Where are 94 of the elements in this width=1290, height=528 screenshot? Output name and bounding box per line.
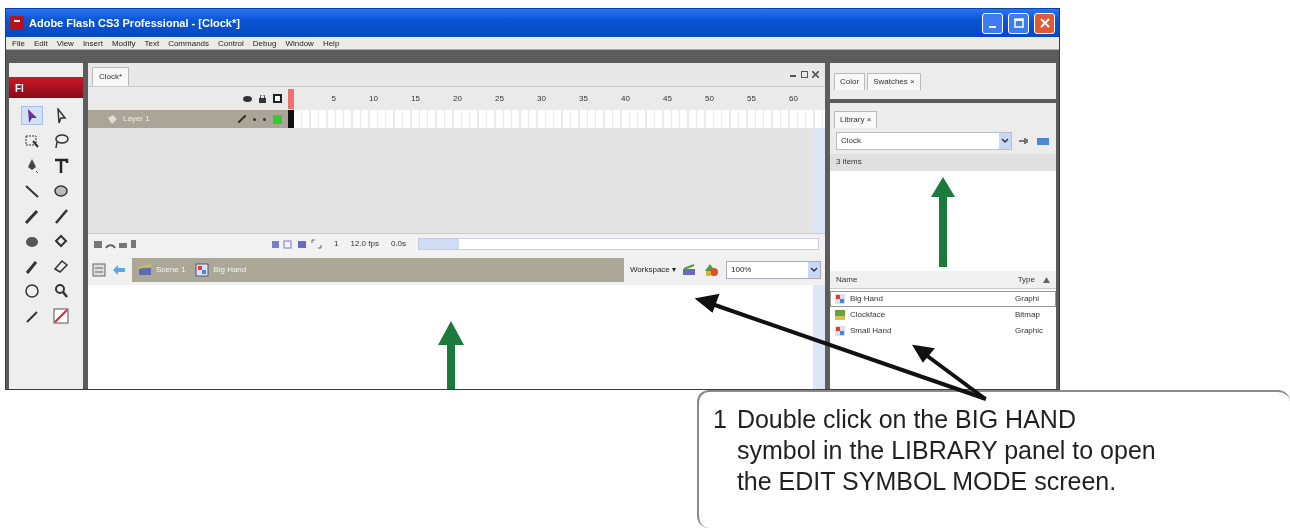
frame-number: 30: [536, 92, 546, 105]
scene-icon: [138, 262, 152, 277]
graphic-symbol-icon: [835, 326, 845, 336]
onion-skin-buttons-drawing[interactable]: [272, 239, 322, 249]
item-count: 3 items: [836, 157, 862, 166]
brush-tool-icon: [52, 207, 69, 224]
layer-name: Layer 1: [123, 113, 151, 125]
current-frame: 1: [334, 238, 339, 250]
sort-icon[interactable]: [1043, 276, 1050, 283]
new-library-icon[interactable]: [1036, 136, 1050, 146]
frame-number: 60: [788, 92, 798, 105]
eye-icon[interactable]: [243, 95, 252, 102]
panel-tab[interactable]: Swatches ×: [867, 73, 921, 90]
column-header[interactable]: Name: [836, 273, 1018, 286]
item-name: Clockface: [850, 309, 887, 321]
document-tab[interactable]: Clock*: [92, 67, 130, 86]
timeline-toggle-icon[interactable]: [92, 262, 106, 277]
pencil-icon: [238, 115, 246, 123]
keyframe-marker[interactable]: [288, 110, 294, 128]
elapsed-time: 0.0s: [390, 238, 407, 250]
menu-item[interactable]: Debug: [252, 37, 277, 49]
zoom-field[interactable]: 100%: [726, 260, 821, 279]
item-name: Big Hand: [850, 293, 884, 305]
pin-icon[interactable]: [1018, 136, 1030, 146]
dot-icon[interactable]: [253, 117, 256, 121]
oval-tool-icon: [52, 182, 69, 199]
workspace-menu[interactable]: Workspace ▾: [629, 263, 676, 276]
menu-item[interactable]: File: [12, 37, 25, 49]
eraser-tool-icon: [52, 257, 69, 274]
menu-item[interactable]: Insert: [82, 37, 103, 49]
frame-number: 45: [662, 92, 672, 105]
app-logo: Fl: [9, 77, 83, 98]
no-color-swatch-icon: [52, 307, 69, 324]
menu-item[interactable]: Modify: [111, 37, 136, 49]
library-dropdown[interactable]: Clock: [836, 132, 1012, 150]
frame-number: 10: [368, 92, 378, 105]
close-button[interactable]: [1034, 12, 1055, 34]
window-title: Adobe Flash CS3 Professional - [Clock*]: [29, 15, 241, 31]
frame-number: 40: [620, 92, 630, 105]
menu-item[interactable]: Help: [322, 37, 340, 49]
item-type: Graphic: [1015, 325, 1044, 337]
frame-number: 50: [704, 92, 714, 105]
horizontal-scrollbar[interactable]: [418, 238, 819, 250]
close-icon[interactable]: [812, 71, 819, 78]
frame-number: 55: [746, 92, 756, 105]
frame-number: 5: [330, 92, 336, 105]
outline-icon[interactable]: [273, 94, 282, 103]
edit-symbols-icon[interactable]: [704, 262, 720, 277]
scrollbar[interactable]: [813, 128, 825, 233]
zoom-tool-icon: [52, 282, 69, 299]
menu-item[interactable]: Text: [144, 37, 160, 49]
dropdown-icon[interactable]: [999, 133, 1011, 149]
scrollbar[interactable]: [813, 284, 825, 389]
bitmap-symbol-icon: [835, 310, 845, 320]
menu-item[interactable]: Edit: [33, 37, 48, 49]
symbol-icon: [195, 262, 210, 277]
library-tab[interactable]: Library ×: [834, 111, 878, 128]
item-type: Graphi: [1015, 293, 1040, 305]
item-name: Small Hand: [850, 325, 893, 337]
layer-buttons-drawing[interactable]: [94, 239, 138, 249]
text-tool-icon: [52, 157, 69, 174]
graphic-symbol-icon: [835, 294, 845, 304]
layer-icon: [108, 114, 117, 124]
app-icon: [10, 16, 24, 30]
dropdown-icon[interactable]: [808, 261, 820, 278]
edit-scene-icon[interactable]: [682, 262, 698, 277]
frame-number: 15: [410, 92, 420, 105]
menu-item[interactable]: Commands: [168, 37, 210, 49]
maximize-icon: [1013, 18, 1024, 28]
frame-rate: 12.0 fps: [350, 238, 379, 250]
instruction-text: Double click on the BIG HAND symbol in the LIBRARY panel to open the EDIT SYMBOL MODE screen.: [736, 404, 1157, 497]
line-tool-icon: [23, 182, 40, 199]
library-item[interactable]: Big Hand Graphi: [830, 291, 1056, 307]
minimize-icon: [989, 26, 996, 28]
menu-item[interactable]: View: [56, 37, 74, 49]
close-icon: [1039, 18, 1050, 28]
menu-item[interactable]: Control: [218, 37, 244, 49]
minimize-button[interactable]: [982, 12, 1003, 34]
free-transform-tool-icon: [23, 132, 40, 149]
item-type: Bitmap: [1015, 309, 1041, 321]
menu-item[interactable]: Window: [285, 37, 314, 49]
restore-icon[interactable]: [801, 71, 808, 78]
frame-number: 25: [494, 92, 504, 105]
frame-number: 20: [452, 92, 462, 105]
column-header[interactable]: Type: [1017, 273, 1035, 286]
lock-icon[interactable]: [259, 94, 266, 103]
frame-number: 35: [578, 92, 588, 105]
dot-icon[interactable]: [263, 117, 266, 121]
pencil-tool-icon: [23, 207, 40, 224]
panel-tab[interactable]: Color: [834, 73, 866, 90]
maximize-button[interactable]: [1008, 12, 1029, 34]
step-number: 1: [713, 404, 727, 435]
lasso-tool-icon: [52, 132, 69, 149]
tool-button[interactable]: [20, 106, 43, 125]
